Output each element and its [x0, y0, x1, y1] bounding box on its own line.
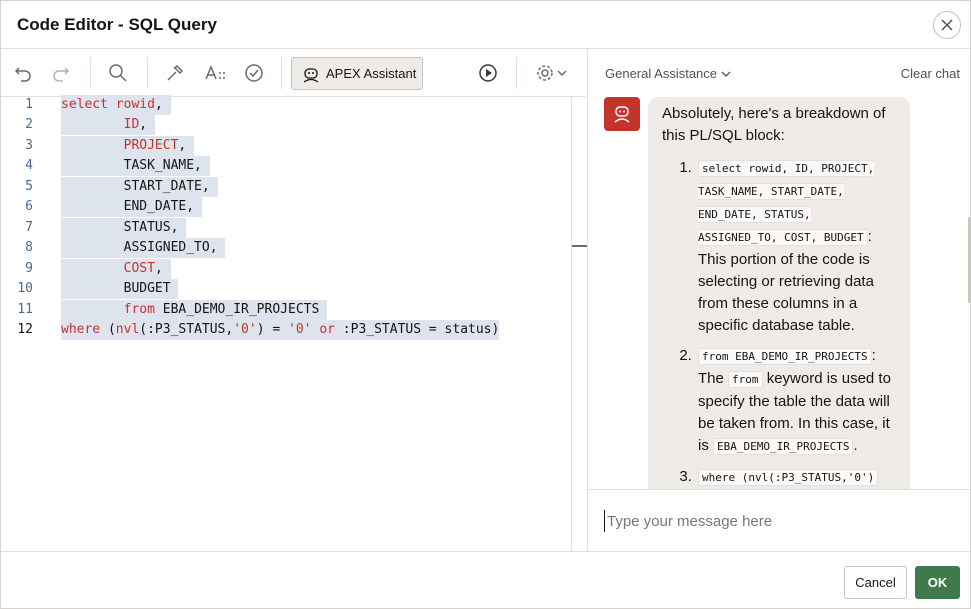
cancel-button[interactable]: Cancel: [844, 566, 907, 599]
code-line: COST,: [61, 259, 171, 279]
sql-code-editor[interactable]: 1 2 3 4 5 6 7 8 9 10 11 12 select rowid,…: [1, 95, 571, 551]
code-line: PROJECT,: [61, 136, 195, 156]
chevron-down-icon: [721, 71, 731, 77]
code-line: where (nvl(:P3_STATUS,'0') = '0' or :P3_…: [61, 320, 500, 340]
chat-messages: Absolutely, here's a breakdown of this P…: [587, 97, 970, 489]
line-number: 5: [25, 179, 33, 194]
line-number: 12: [17, 322, 33, 337]
line-number: 4: [25, 158, 33, 173]
line-number: 3: [25, 138, 33, 153]
list-item: select rowid, ID, PROJECT, TASK_NAME, ST…: [696, 157, 896, 337]
validate-button[interactable]: [242, 61, 266, 85]
code-text: rowid: [115, 97, 155, 112]
code-line: END_DATE,: [61, 197, 202, 217]
toolbar-divider: [281, 57, 282, 89]
list-item: from EBA_DEMO_IR_PROJECTS: The from keyw…: [696, 345, 896, 458]
line-number: 7: [25, 220, 33, 235]
apex-assistant-label: APEX Assistant: [326, 66, 417, 81]
gear-icon: [537, 65, 567, 81]
line-number: 1: [25, 97, 33, 112]
inline-code: from EBA_DEMO_IR_PROJECTS: [698, 348, 872, 365]
undo-button[interactable]: [11, 61, 35, 85]
assistant-avatar: [604, 97, 640, 131]
code-editor-dialog: Code Editor - SQL Query APEX Assistant 1…: [0, 0, 971, 609]
splitter-handle[interactable]: [572, 245, 587, 247]
close-button[interactable]: [933, 11, 961, 39]
code-line: BUDGET: [61, 279, 179, 299]
hammer-icon: [167, 64, 184, 81]
breakdown-list: select rowid, ID, PROJECT, TASK_NAME, ST…: [682, 157, 896, 489]
autocomplete-button[interactable]: [202, 61, 230, 85]
run-button[interactable]: [476, 61, 500, 85]
line-number: 9: [25, 261, 33, 276]
redo-icon: [53, 67, 70, 82]
text-case-icon: [205, 65, 225, 80]
message-input[interactable]: [604, 510, 954, 532]
robot-icon: [614, 106, 630, 123]
inline-code: select rowid, ID, PROJECT, TASK_NAME, ST…: [698, 160, 875, 246]
line-number: 8: [25, 240, 33, 255]
close-icon: [941, 19, 953, 31]
toolbar-divider: [147, 57, 148, 89]
inline-code: where (nvl(:P3_STATUS,'0'): [698, 469, 879, 486]
clear-chat-button[interactable]: Clear chat: [901, 66, 960, 81]
line-number: 2: [25, 117, 33, 132]
assistance-mode-label: General Assistance: [605, 66, 718, 81]
play-icon: [479, 64, 497, 82]
check-circle-icon: [245, 64, 263, 82]
inline-code: EBA_DEMO_IR_PROJECTS: [713, 438, 854, 455]
assistant-message: Absolutely, here's a breakdown of this P…: [648, 97, 910, 489]
assistance-mode-dropdown[interactable]: General Assistance: [605, 66, 731, 81]
code-line: select rowid,: [61, 95, 171, 115]
code-line: from EBA_DEMO_IR_PROJECTS: [61, 300, 328, 320]
code-line: ID,: [61, 115, 155, 135]
message-intro: Absolutely, here's a breakdown of this P…: [662, 105, 886, 144]
settings-menu-button[interactable]: [534, 61, 570, 85]
assistant-header: General Assistance Clear chat: [587, 49, 970, 97]
redo-button[interactable]: [49, 61, 73, 85]
panel-splitter[interactable]: [571, 97, 587, 551]
toolbar-divider: [90, 57, 91, 89]
list-item: where (nvl(:P3_STATUS,'0'): [696, 466, 896, 489]
line-number: 11: [17, 302, 33, 317]
code-line: ASSIGNED_TO,: [61, 238, 226, 258]
robot-icon: [303, 67, 319, 83]
search-icon: [109, 64, 127, 82]
line-number: 6: [25, 199, 33, 214]
code-line: START_DATE,: [61, 177, 218, 197]
dialog-footer: Cancel OK: [1, 551, 970, 608]
apex-assistant-button[interactable]: APEX Assistant: [291, 57, 423, 90]
dialog-header: Code Editor - SQL Query: [1, 1, 970, 49]
search-button[interactable]: [106, 61, 130, 85]
inline-code: from: [728, 371, 763, 388]
undo-icon: [14, 67, 31, 82]
chat-input-area: [587, 489, 970, 551]
ok-button[interactable]: OK: [915, 566, 960, 599]
format-button[interactable]: [163, 61, 187, 85]
toolbar-divider: [516, 57, 517, 89]
line-number: 10: [17, 281, 33, 296]
dialog-title: Code Editor - SQL Query: [17, 15, 217, 34]
code-line: STATUS,: [61, 218, 187, 238]
code-line: TASK_NAME,: [61, 156, 210, 176]
editor-toolbar: APEX Assistant: [1, 49, 586, 97]
